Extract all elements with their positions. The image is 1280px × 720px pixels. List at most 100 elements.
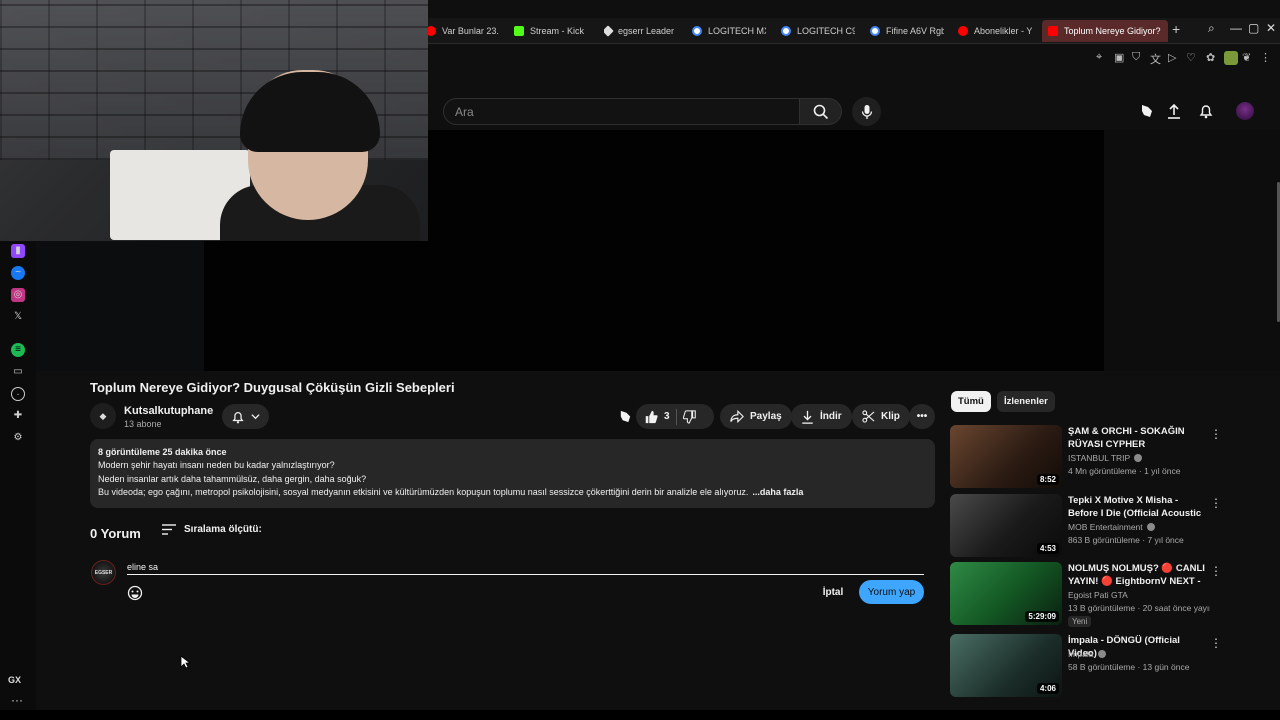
leaf-icon[interactable]: ❦	[1242, 51, 1251, 64]
more-icon[interactable]: ···	[11, 693, 23, 707]
close-icon[interactable]: ✕	[1266, 21, 1276, 35]
kebab-menu-icon[interactable]: ⋮	[1210, 636, 1222, 650]
description-line: Neden insanlar artık daha tahammülsüz, d…	[98, 473, 367, 484]
like-icon[interactable]	[644, 410, 658, 424]
recommended-channel[interactable]: Egoist Pati GTA	[1068, 590, 1128, 600]
sort-icon	[162, 524, 176, 535]
tab-0[interactable]: Var Bunlar 23.	[426, 20, 500, 42]
tab-1[interactable]: Stream - Kick	[514, 20, 590, 42]
play-icon[interactable]: ▷	[1168, 51, 1176, 64]
pin-icon[interactable]: ⌖	[1096, 51, 1102, 64]
tab-active[interactable]: Toplum Nereye Gidiyor?	[1042, 20, 1168, 42]
duration-badge: 5:29:09	[1025, 611, 1059, 622]
shield-icon[interactable]: ⛉	[1132, 51, 1140, 64]
description-line: Modern şehir hayatı insanı neden bu kada…	[98, 460, 335, 471]
comment-input[interactable]	[127, 557, 924, 575]
google-icon	[781, 26, 791, 36]
recommended-meta: 4 Mn görüntüleme · 1 yıl önce	[1068, 466, 1181, 476]
recommended-channel[interactable]: MOB Entertainment	[1068, 522, 1155, 532]
recommended-title[interactable]: NOLMUŞ NOLMUŞ? 🔴 CANLI YAYIN! 🔴 Eightbor…	[1068, 562, 1206, 588]
chip-all[interactable]: Tümü	[951, 391, 991, 412]
video-thumbnail[interactable]: 4:06	[950, 634, 1062, 697]
clock-icon[interactable]: ·	[11, 387, 25, 401]
show-more-link[interactable]: ...daha fazla	[752, 487, 803, 497]
tab-3[interactable]: LOGITECH MX	[692, 20, 766, 42]
recommended-video[interactable]: 5:29:09 NOLMUŞ NOLMUŞ? 🔴 CANLI YAYIN! 🔴 …	[950, 562, 1225, 627]
like-dislike-group: 3	[636, 404, 714, 429]
menu-icon[interactable]: ⋮	[1260, 51, 1271, 64]
spotify-icon[interactable]: ≡	[11, 343, 25, 357]
sort-button[interactable]: Sıralama ölçütü:	[162, 524, 262, 535]
tab-6[interactable]: Abonelikler - Y	[958, 20, 1032, 42]
instagram-icon[interactable]: ◎	[11, 288, 25, 302]
recommended-channel[interactable]: İmpala	[1068, 649, 1106, 659]
search-icon	[813, 104, 828, 119]
kebab-menu-icon[interactable]: ⋮	[1210, 564, 1222, 578]
more-actions-button[interactable]: •••	[909, 404, 935, 429]
chevron-down-icon	[251, 414, 260, 420]
minimize-icon[interactable]: —	[1230, 21, 1242, 35]
sparkle-icon[interactable]	[613, 404, 638, 429]
channel-avatar[interactable]: ◆	[90, 403, 116, 429]
video-thumbnail[interactable]: 8:52	[950, 425, 1062, 488]
gx-label[interactable]: GX	[8, 675, 21, 685]
chip-watched[interactable]: İzlenenler	[997, 391, 1055, 412]
heart-icon[interactable]: ♡	[1186, 51, 1196, 64]
puzzle-icon[interactable]: ✚	[11, 409, 25, 423]
video-description[interactable]: 8 görüntüleme 25 dakika önce Modern şehi…	[90, 439, 935, 508]
recommended-title[interactable]: Tepki X Motive X Misha - Before I Die (O…	[1068, 494, 1206, 520]
messenger-icon[interactable]: ~	[11, 266, 25, 280]
emoji-button[interactable]	[127, 585, 143, 601]
search-box	[443, 98, 800, 125]
tab-4[interactable]: LOGITECH C9	[781, 20, 855, 42]
maximize-icon[interactable]: ▢	[1248, 21, 1259, 35]
clip-button[interactable]: Klip	[852, 404, 910, 429]
settings-icon[interactable]: ⚙	[11, 431, 25, 445]
tab-2[interactable]: egserr Leader	[604, 20, 680, 42]
video-thumbnail[interactable]: 5:29:09	[950, 562, 1062, 625]
recommended-channel[interactable]: ISTANBUL TRIP	[1068, 453, 1143, 463]
view-meta: 8 görüntüleme 25 dakika önce	[98, 447, 227, 457]
upload-icon[interactable]	[1164, 101, 1184, 121]
share-button[interactable]: Paylaş	[720, 404, 792, 429]
notification-bell-button[interactable]	[222, 404, 269, 429]
like-divider	[675, 408, 677, 425]
recommended-title[interactable]: ŞAM & ORCHI - SOKAĞIN RÜYASI CYPHER	[1068, 425, 1206, 451]
recommended-video[interactable]: 8:52 ŞAM & ORCHI - SOKAĞIN RÜYASI CYPHER…	[950, 425, 1225, 489]
search-input[interactable]	[444, 99, 799, 124]
cancel-button[interactable]: İptal	[815, 581, 851, 603]
create-icon[interactable]	[1137, 101, 1157, 121]
kebab-menu-icon[interactable]: ⋮	[1210, 496, 1222, 510]
wallet-icon[interactable]: ▭	[11, 365, 25, 379]
addon-icon[interactable]	[1224, 51, 1238, 65]
dislike-icon[interactable]	[682, 409, 697, 424]
tab-search-icon[interactable]: ⌕	[1208, 21, 1215, 36]
recommended-video[interactable]: 4:06 İmpala - DÖNGÜ (Official Video) İmp…	[950, 634, 1225, 698]
video-thumbnail[interactable]: 4:53	[950, 494, 1062, 557]
twitch-icon[interactable]: ▮	[11, 244, 25, 258]
verified-icon	[1146, 523, 1155, 531]
x-icon[interactable]: 𝕏	[11, 310, 25, 324]
extension-toolbar: ⌖ ▣ ⛉ 文 ▷ ♡ ✿ ❦ ⋮	[1080, 48, 1280, 68]
translate-icon[interactable]: 文	[1150, 51, 1161, 67]
duration-badge: 8:52	[1036, 474, 1059, 485]
tab-5[interactable]: Fifine A6V Rgb	[870, 20, 944, 42]
kick-icon	[514, 26, 524, 36]
new-tab-button[interactable]: +	[1172, 21, 1180, 37]
youtube-icon	[958, 26, 968, 36]
mouse-cursor-icon	[180, 655, 190, 669]
search-button[interactable]	[800, 98, 842, 125]
comment-submit-button[interactable]: Yorum yap	[859, 580, 924, 604]
account-avatar[interactable]	[1236, 102, 1254, 120]
recommended-video[interactable]: 4:53 Tepki X Motive X Misha - Before I D…	[950, 494, 1225, 558]
voice-search-button[interactable]	[852, 97, 881, 126]
screenshot-icon[interactable]: ▣	[1114, 51, 1124, 64]
channel-name[interactable]: Kutsalkutuphane	[124, 405, 213, 417]
duration-badge: 4:06	[1036, 683, 1059, 694]
extension-icon[interactable]: ✿	[1206, 51, 1215, 64]
more-horizontal-icon: •••	[916, 411, 928, 422]
video-title: Toplum Nereye Gidiyor? Duygusal Çöküşün …	[90, 380, 455, 395]
bell-icon[interactable]	[1196, 101, 1216, 121]
kebab-menu-icon[interactable]: ⋮	[1210, 427, 1222, 441]
download-button[interactable]: İndir	[791, 404, 852, 429]
